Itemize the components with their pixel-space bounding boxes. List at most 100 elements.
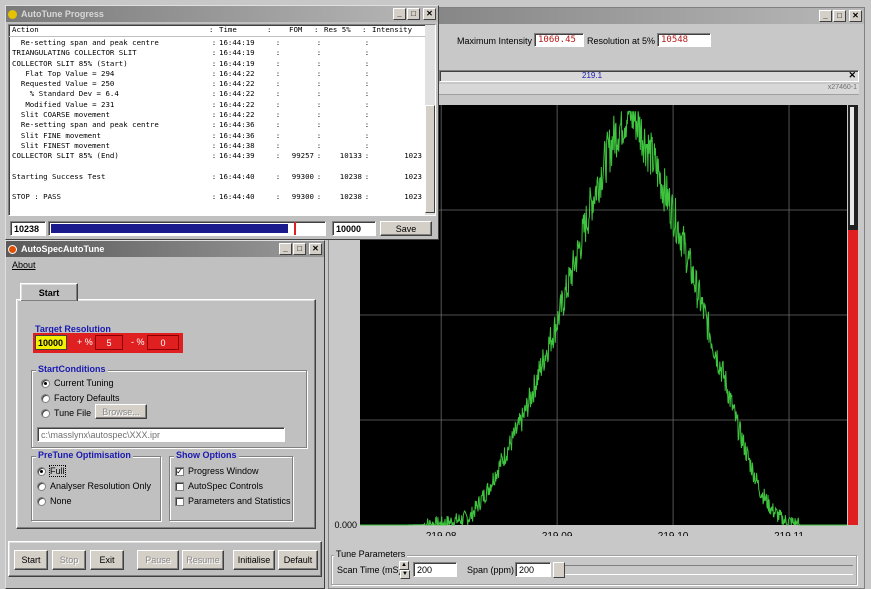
- log-sep: :: [316, 38, 322, 47]
- log-cell-time: 16:44:22: [219, 89, 255, 99]
- log-sep: :: [316, 192, 322, 202]
- start-condition-radio-label: Factory Defaults: [54, 393, 120, 403]
- log-row: Flat Top Value = 294:16:44:22:::: [12, 69, 435, 79]
- radio-icon[interactable]: [41, 408, 50, 418]
- start-button[interactable]: Start: [14, 550, 48, 570]
- log-cell-time: 16:44:40: [219, 192, 255, 202]
- log-cell-fom: [289, 89, 314, 99]
- spin-up-icon[interactable]: ▲: [399, 561, 409, 570]
- log-sep: :: [316, 89, 322, 99]
- log-sep: :: [275, 151, 281, 161]
- radio-icon[interactable]: [37, 496, 46, 506]
- scan-time-spinner[interactable]: ▲ ▼: [399, 561, 410, 579]
- start-condition-radio-1[interactable]: Factory Defaults: [41, 393, 120, 403]
- exit-button[interactable]: Exit: [90, 550, 124, 570]
- show-option-checkbox-2[interactable]: Parameters and Statistics: [175, 496, 291, 506]
- log-sep: :: [211, 130, 217, 140]
- pretune-radio-2[interactable]: None: [37, 496, 72, 506]
- log-sep: :: [211, 79, 217, 89]
- close-icon[interactable]: ✕: [309, 243, 322, 255]
- start-conditions-title: StartConditions: [36, 364, 108, 374]
- log-cell-res: 10238: [339, 171, 362, 181]
- checkbox-icon[interactable]: [175, 481, 184, 491]
- log-sep: :: [211, 110, 217, 120]
- maximize-icon[interactable]: □: [407, 8, 420, 20]
- log-cell-action: Requested Value = 250: [12, 79, 115, 89]
- stop-button[interactable]: Stop: [52, 550, 86, 570]
- log-cell-fom: [289, 120, 314, 130]
- log-row: Re-setting span and peak centre:16:44:36…: [12, 120, 435, 130]
- pause-button[interactable]: Pause: [137, 550, 179, 570]
- log-sep: :: [275, 192, 281, 202]
- progress-window: AutoTune Progress _ □ ✕ Action : Time : …: [5, 5, 439, 240]
- pretune-radio-0[interactable]: Full: [37, 465, 66, 477]
- target-resolution-input[interactable]: 10000: [35, 335, 67, 350]
- minimize-icon[interactable]: _: [819, 10, 832, 22]
- x-tick-label: 219.09: [542, 531, 573, 536]
- resume-button[interactable]: Resume: [182, 550, 224, 570]
- log-row: Modified Value = 231:16:44:22:::: [12, 100, 435, 110]
- target-resolution-value: 10000: [332, 221, 376, 236]
- radio-icon[interactable]: [41, 393, 50, 403]
- show-option-checkbox-0[interactable]: ✓ Progress Window: [175, 466, 259, 476]
- initialise-button[interactable]: Initialise: [233, 550, 275, 570]
- start-condition-radio-2[interactable]: Tune File: [41, 408, 91, 418]
- close-icon[interactable]: ✕: [423, 8, 436, 20]
- show-option-checkbox-1[interactable]: AutoSpec Controls: [175, 481, 263, 491]
- log-sep: :: [364, 89, 370, 99]
- progress-bar-marker: [293, 222, 296, 235]
- spin-down-icon[interactable]: ▼: [400, 570, 410, 579]
- minimize-icon[interactable]: _: [279, 243, 292, 255]
- log-cell-intensity: [372, 131, 422, 141]
- minus-percent-input[interactable]: 0: [147, 335, 179, 350]
- log-cell-intensity: 1023: [404, 151, 422, 161]
- log-scrollbar[interactable]: [425, 25, 435, 215]
- browse-button[interactable]: Browse...: [95, 404, 147, 419]
- log-cell-res: [324, 141, 362, 151]
- span-input[interactable]: 200: [515, 562, 551, 577]
- close-plot-icon[interactable]: ✕: [848, 70, 856, 81]
- log-sep: :: [364, 38, 370, 47]
- log-sep: :: [275, 140, 281, 150]
- intensity-strip-red: [848, 230, 858, 525]
- log-cell-intensity: [372, 162, 422, 172]
- log-cell-action: COLLECTOR SLIT 85% (Start): [12, 58, 128, 68]
- maximize-icon[interactable]: □: [833, 10, 846, 22]
- minimize-icon[interactable]: _: [393, 8, 406, 20]
- log-sep: [314, 182, 324, 192]
- maximize-icon[interactable]: □: [293, 243, 306, 255]
- radio-icon[interactable]: [37, 481, 46, 491]
- pretune-radio-1[interactable]: Analyser Resolution Only: [37, 481, 151, 491]
- save-button[interactable]: Save: [380, 221, 432, 236]
- tab-start[interactable]: Start: [20, 283, 78, 301]
- log-sep: [209, 182, 219, 192]
- log-sep: [209, 162, 219, 172]
- log-cell-time: 16:44:22: [219, 79, 255, 89]
- log-cell-intensity: [372, 38, 422, 48]
- radio-icon[interactable]: [41, 378, 50, 388]
- tune-file-path-input[interactable]: c:\masslynx\autospec\XXX.ipr: [37, 427, 285, 442]
- scan-time-input[interactable]: 200: [413, 562, 457, 577]
- span-slider-thumb[interactable]: [553, 562, 565, 578]
- log-cell-action: [12, 182, 209, 192]
- log-sep: :: [364, 120, 370, 130]
- radio-icon[interactable]: [37, 466, 46, 476]
- plus-percent-input[interactable]: 5: [95, 335, 123, 350]
- log-scrollbar-thumb[interactable]: [425, 105, 435, 213]
- tune-parameters-title: Tune Parameters: [334, 549, 408, 559]
- menu-about[interactable]: About: [12, 260, 36, 270]
- log-sep: :: [364, 68, 370, 78]
- log-cell-time: 16:44:39: [219, 151, 255, 161]
- log-row: STOP : PASS:16:44:40:99300:10238:1023: [12, 192, 435, 202]
- x-tick-label: 219.11: [774, 531, 804, 536]
- log-row: Slit COARSE movement:16:44:22:::: [12, 110, 435, 120]
- checkmark-icon[interactable]: ✓: [175, 466, 184, 476]
- checkbox-icon[interactable]: [175, 496, 184, 506]
- log-sep: :: [364, 79, 370, 89]
- progress-bar-fill: [51, 224, 288, 233]
- span-slider[interactable]: [553, 562, 853, 578]
- start-condition-radio-0[interactable]: Current Tuning: [41, 378, 114, 388]
- close-icon[interactable]: ✕: [849, 10, 862, 22]
- default-button[interactable]: Default: [278, 550, 318, 570]
- log-row: Re-setting span and peak centre:16:44:19…: [12, 38, 435, 48]
